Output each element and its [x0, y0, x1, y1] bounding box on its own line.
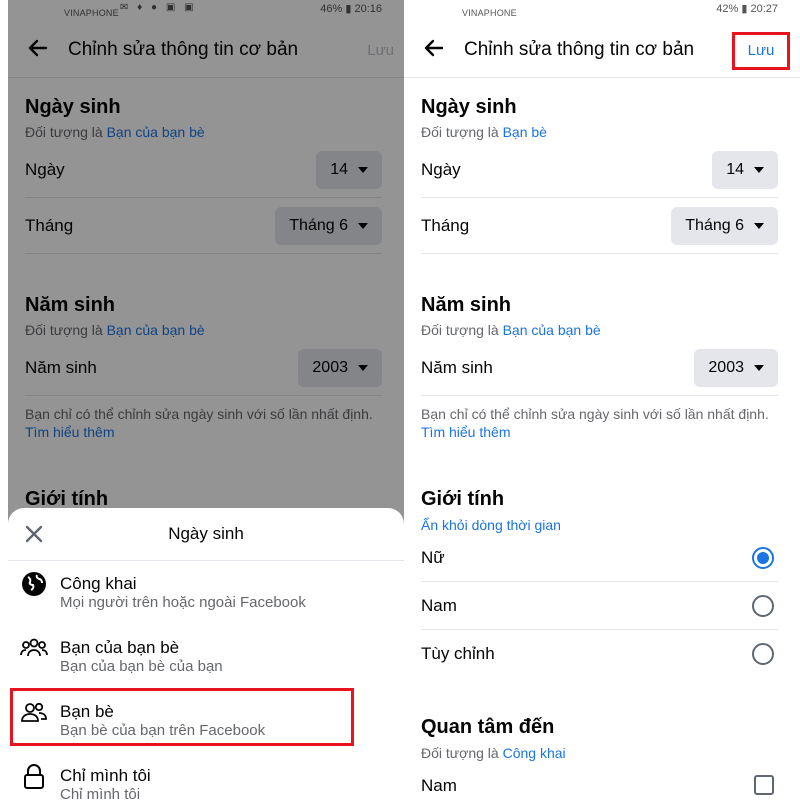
- day-label: Ngày: [421, 160, 461, 179]
- gender-female-radio[interactable]: [752, 547, 774, 569]
- month-value: Tháng 6: [685, 217, 744, 234]
- app-header: Chỉnh sửa thông tin cơ bản Lưu: [404, 22, 800, 78]
- audience-prefix: Đối tượng là: [421, 124, 499, 140]
- battery-level: 42%: [716, 3, 739, 15]
- day-select[interactable]: 14: [712, 151, 778, 189]
- note-text: Bạn chỉ có thể chỉnh sửa ngày sinh với s…: [421, 406, 769, 422]
- page-title: Chỉnh sửa thông tin cơ bản: [464, 39, 695, 60]
- save-button[interactable]: Lưu: [732, 32, 790, 70]
- audience-prefix: Đối tượng là: [421, 322, 499, 338]
- status-bar: VINAPHONE 42% ▮ 20:27: [404, 0, 800, 20]
- option-title: Bạn của bạn bè: [60, 638, 180, 657]
- gender-male-radio[interactable]: [752, 595, 774, 617]
- interested-in-male-checkbox[interactable]: [754, 775, 774, 795]
- year-select[interactable]: 2003: [694, 349, 778, 387]
- birth-year-title: Năm sinh: [421, 294, 512, 316]
- globe-icon: [22, 572, 46, 596]
- right-screen: VINAPHONE 42% ▮ 20:27 Chỉnh sửa thông ti…: [404, 0, 800, 800]
- year-label: Năm sinh: [421, 358, 493, 377]
- edit-limit-note: Bạn chỉ có thể chỉnh sửa ngày sinh với s…: [421, 405, 780, 441]
- lock-icon: [24, 764, 44, 789]
- carrier-name: VINAPHONE: [462, 8, 517, 18]
- gender-option-female-label: Nữ: [421, 548, 445, 567]
- interested-in-title: Quan tâm đến: [421, 716, 555, 738]
- divider: [421, 581, 778, 582]
- option-subtitle: Mọi người trên hoặc ngoài Facebook: [60, 594, 306, 611]
- year-value: 2003: [708, 359, 744, 376]
- month-label: Tháng: [421, 216, 470, 235]
- day-value: 14: [726, 161, 744, 178]
- divider: [421, 253, 778, 254]
- option-subtitle: Chỉ mình tôi: [60, 786, 141, 800]
- caret-down-icon: [754, 364, 764, 371]
- sheet-title: Ngày sinh: [168, 524, 244, 543]
- divider: [8, 560, 404, 561]
- clock-time: 20:27: [750, 3, 778, 15]
- hide-from-timeline-link[interactable]: Ẩn khỏi dòng thời gian: [421, 517, 561, 533]
- option-title: Công khai: [60, 574, 137, 593]
- audience-link[interactable]: Công khai: [503, 745, 566, 761]
- interested-in-audience: Đối tượng là Công khai: [421, 745, 566, 761]
- option-subtitle: Bạn của bạn bè của bạn: [60, 658, 223, 675]
- gender-title: Giới tính: [421, 488, 505, 510]
- audience-bottom-sheet: Ngày sinh Công khai Mọi người trên hoặc …: [8, 508, 404, 800]
- audience-prefix: Đối tượng là: [421, 745, 499, 761]
- status-time: 42% ▮ 20:27: [716, 3, 778, 15]
- caret-down-icon: [754, 166, 764, 173]
- audience-link[interactable]: Bạn bè: [503, 124, 547, 140]
- left-screen: VINAPHONE ✉ ♦ ● ▣ ▣ 46% ▮ 20:16 Chỉnh sử…: [8, 0, 404, 800]
- highlight-box: [10, 688, 354, 746]
- month-select[interactable]: Tháng 6: [671, 207, 778, 245]
- gender-option-custom-label: Tùy chỉnh: [421, 644, 495, 663]
- option-title: Chỉ mình tôi: [60, 766, 151, 785]
- gender-custom-radio[interactable]: [752, 643, 774, 665]
- interested-in-male-label: Nam: [421, 776, 457, 795]
- birthday-title: Ngày sinh: [421, 96, 517, 118]
- back-arrow-icon[interactable]: [422, 36, 446, 60]
- audience-link[interactable]: Bạn của bạn bè: [503, 322, 601, 338]
- birth-year-audience: Đối tượng là Bạn của bạn bè: [421, 322, 601, 338]
- friends-of-friends-icon: [20, 638, 48, 657]
- gender-option-male-label: Nam: [421, 596, 457, 615]
- divider: [421, 197, 778, 198]
- divider: [421, 395, 778, 396]
- birthday-audience: Đối tượng là Bạn bè: [421, 124, 547, 140]
- caret-down-icon: [754, 222, 764, 229]
- divider: [421, 629, 778, 630]
- learn-more-link[interactable]: Tìm hiểu thêm: [421, 424, 510, 440]
